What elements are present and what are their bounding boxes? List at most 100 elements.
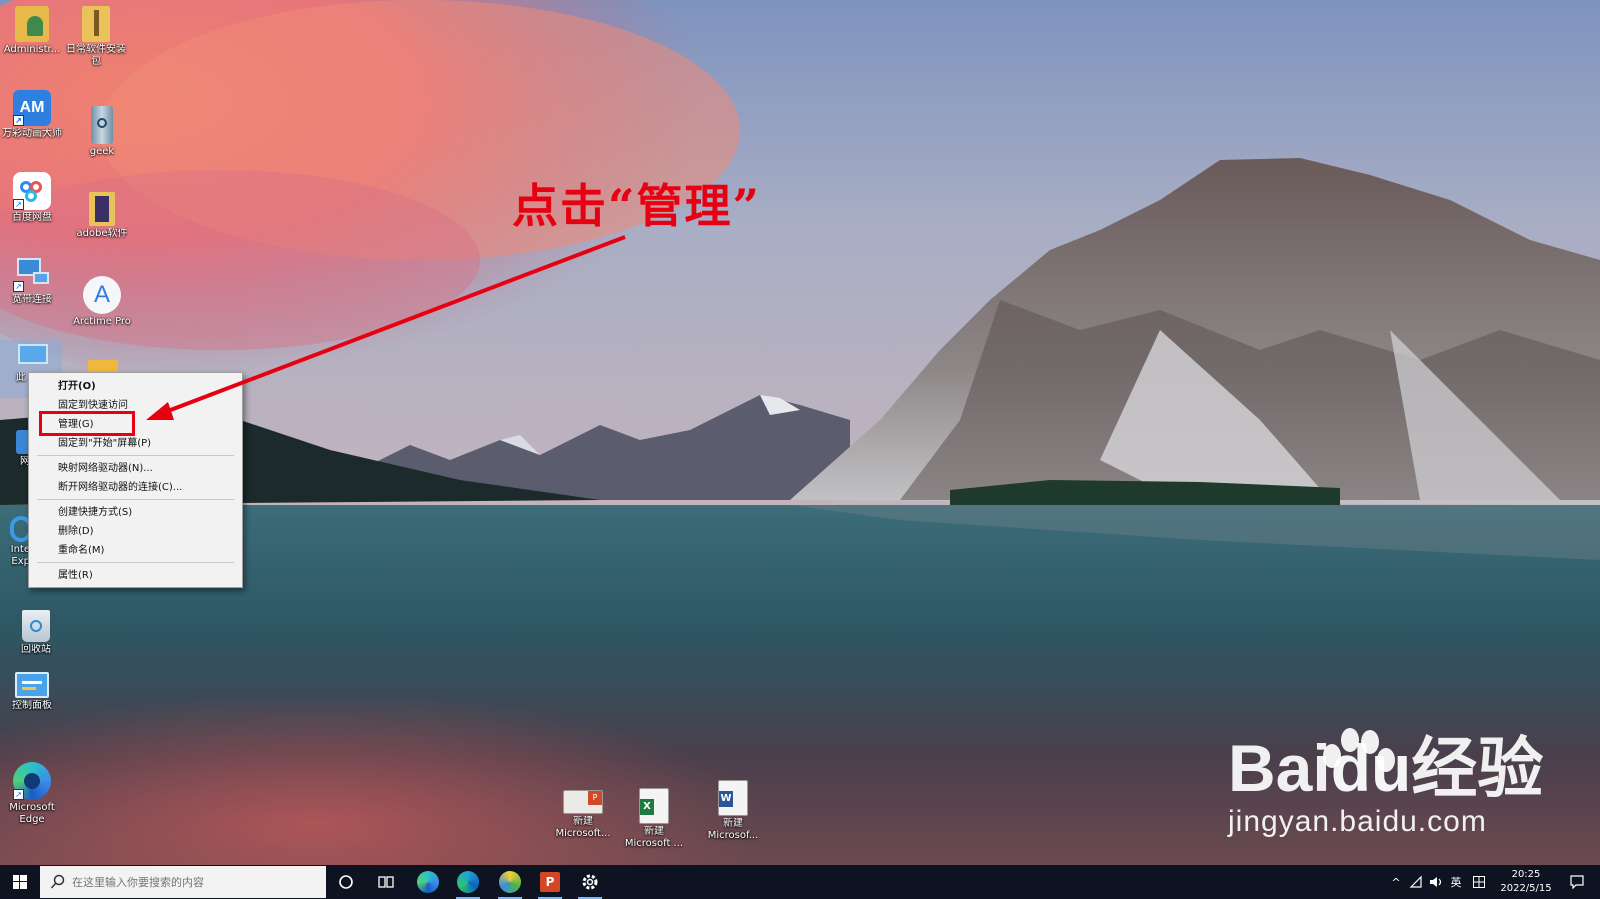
shortcut-arrow-icon: ↗: [13, 115, 24, 126]
desktop-icon-internet-explorer[interactable]: Inte Exp: [0, 516, 32, 568]
desktop-icon-new-ppt[interactable]: P 新建 Microsoft...: [550, 790, 616, 840]
watermark-url: jingyan.baidu.com: [1228, 805, 1487, 838]
notification-icon: [1570, 875, 1584, 889]
taskbar-settings-button[interactable]: [570, 865, 610, 899]
desktop-icon-label: geek: [89, 146, 115, 157]
computer-icon: [12, 340, 50, 370]
taskbar-search-box[interactable]: [40, 866, 326, 898]
taskbar-edge-button[interactable]: [408, 865, 448, 899]
taskbar: P ^ 英 20:25 2022/5/15: [0, 865, 1600, 899]
desktop-icon-label-line2: Microsoft...: [555, 828, 611, 839]
desktop-icon-label-line2: Microsof...: [707, 830, 759, 841]
shortcut-arrow-icon: ↗: [13, 281, 24, 292]
menu-item-pin-start[interactable]: 固定到"开始"屏幕(P): [29, 434, 242, 453]
task-view-icon: [378, 876, 394, 888]
desktop-icon-daily-software[interactable]: 日常软件安装 包: [64, 6, 128, 68]
watermark-brand-du: du: [1330, 731, 1412, 805]
tray-volume[interactable]: [1426, 865, 1446, 899]
network-computer-icon: ↗: [13, 256, 51, 292]
search-icon: [50, 874, 65, 889]
excel-file-icon: X: [639, 788, 669, 824]
tray-network[interactable]: [1406, 865, 1426, 899]
cortana-circle-icon: [339, 875, 353, 889]
am-app-icon: AM ↗: [13, 90, 51, 126]
action-center-button[interactable]: [1560, 865, 1594, 899]
taskbar-clock[interactable]: 20:25 2022/5/15: [1496, 868, 1556, 896]
desktop-icon-label: Arctime Pro: [73, 316, 131, 327]
cloud-app-icon: ↗: [13, 172, 51, 210]
desktop-icon-broadband[interactable]: ↗ 宽带连接: [0, 256, 64, 306]
menu-item-create-shortcut[interactable]: 创建快捷方式(S): [29, 503, 242, 522]
desktop-icon-administrator[interactable]: Administr...: [0, 6, 64, 56]
desktop-icon-arctime[interactable]: A Arctime Pro: [70, 276, 134, 328]
tray-ime[interactable]: 英: [1446, 865, 1466, 899]
watermark-brand: Baidu经验: [1228, 735, 1543, 801]
edge-icon: [457, 871, 479, 893]
menu-separator: [37, 562, 234, 563]
cortana-button[interactable]: [326, 865, 366, 899]
desktop-icon-label: adobe软件: [76, 228, 128, 239]
speaker-icon: [1430, 877, 1442, 887]
desktop-icon-label: 回收站: [21, 644, 51, 655]
zip-folder-icon: [82, 6, 110, 42]
menu-item-properties[interactable]: 属性(R): [29, 566, 242, 585]
menu-item-rename[interactable]: 重命名(M): [29, 541, 242, 560]
menu-separator: [37, 499, 234, 500]
recycle-bin-icon: [22, 610, 50, 642]
desktop-icon-new-word[interactable]: W 新建 Microsof...: [700, 780, 766, 842]
menu-item-map-network-drive[interactable]: 映射网络驱动器(N)...: [29, 459, 242, 478]
trash-can-icon: [91, 106, 113, 144]
word-file-icon: W: [718, 780, 748, 816]
menu-item-delete[interactable]: 删除(D): [29, 522, 242, 541]
powerpoint-icon: P: [540, 872, 560, 892]
search-input[interactable]: [72, 872, 312, 892]
keyboard-grid-icon: [1473, 876, 1485, 888]
control-panel-icon: [15, 672, 49, 698]
desktop-icon-recycle-bin[interactable]: 回收站: [4, 610, 68, 656]
desktop-icon-label: Administr...: [3, 44, 61, 55]
desktop-icon-label: 日常软件安装: [66, 44, 126, 55]
taskbar-powerpoint-button[interactable]: P: [530, 865, 570, 899]
desktop-icon-label: 百度网盘: [12, 212, 52, 223]
start-button[interactable]: [0, 865, 40, 899]
menu-item-disconnect-network-drive[interactable]: 断开网络驱动器的连接(C)...: [29, 478, 242, 497]
clock-date: 2022/5/15: [1500, 883, 1552, 894]
desktop-icon-label: Inte: [10, 544, 30, 555]
menu-item-open[interactable]: 打开(O): [29, 377, 242, 396]
desktop-icon-label-line2: Microsoft ...: [624, 838, 684, 849]
desktop-icon-label-line2: 包: [91, 56, 101, 67]
desktop-icon-label-line2: Edge: [19, 814, 45, 825]
desktop-icon-microsoft-edge[interactable]: ↗ Microsoft Edge: [0, 762, 64, 826]
windows-logo-icon: [13, 875, 27, 889]
chevron-up-icon: ^: [1391, 875, 1401, 889]
desktop-icon-label: 新建: [573, 816, 593, 827]
tray-input-grid[interactable]: [1468, 865, 1490, 899]
edge-icon: ↗: [13, 762, 51, 800]
browser-ball-icon: [499, 871, 521, 893]
powerpoint-file-icon: P: [563, 790, 603, 814]
folder-icon-partial: [88, 360, 118, 372]
desktop-icon-label: 万彩动画大师: [2, 128, 62, 139]
desktop-icon-adobe[interactable]: adobe软件: [70, 192, 134, 240]
highlight-box-manage: [39, 411, 135, 436]
taskbar-edge-legacy-button[interactable]: [448, 865, 488, 899]
tray-show-hidden-icons[interactable]: ^: [1386, 865, 1406, 899]
desktop-icon-label: 宽带连接: [12, 294, 52, 305]
desktop-icon-baidu-netdisk[interactable]: ↗ 百度网盘: [0, 172, 64, 224]
desktop-icon-control-panel[interactable]: 控制面板: [0, 672, 64, 712]
annotation-text: 点击“管理”: [512, 179, 761, 233]
task-view-button[interactable]: [366, 865, 406, 899]
desktop-icon-new-excel[interactable]: X 新建 Microsoft ...: [620, 788, 688, 850]
ime-indicator: 英: [1450, 876, 1462, 889]
desktop-icon-geek[interactable]: geek: [70, 106, 134, 158]
desktop-icon-wancai[interactable]: AM ↗ 万彩动画大师: [0, 90, 64, 140]
desktop-icon-label: 控制面板: [12, 700, 52, 711]
clock-time: 20:25: [1511, 869, 1541, 880]
gear-icon: [582, 874, 598, 890]
desktop-icon-network[interactable]: 网: [0, 430, 36, 468]
edge-icon: [417, 871, 439, 893]
user-folder-icon: [15, 6, 49, 42]
taskbar-browser-button[interactable]: [490, 865, 530, 899]
shortcut-arrow-icon: ↗: [13, 199, 24, 210]
desktop-icon-label: 新建: [723, 818, 743, 829]
